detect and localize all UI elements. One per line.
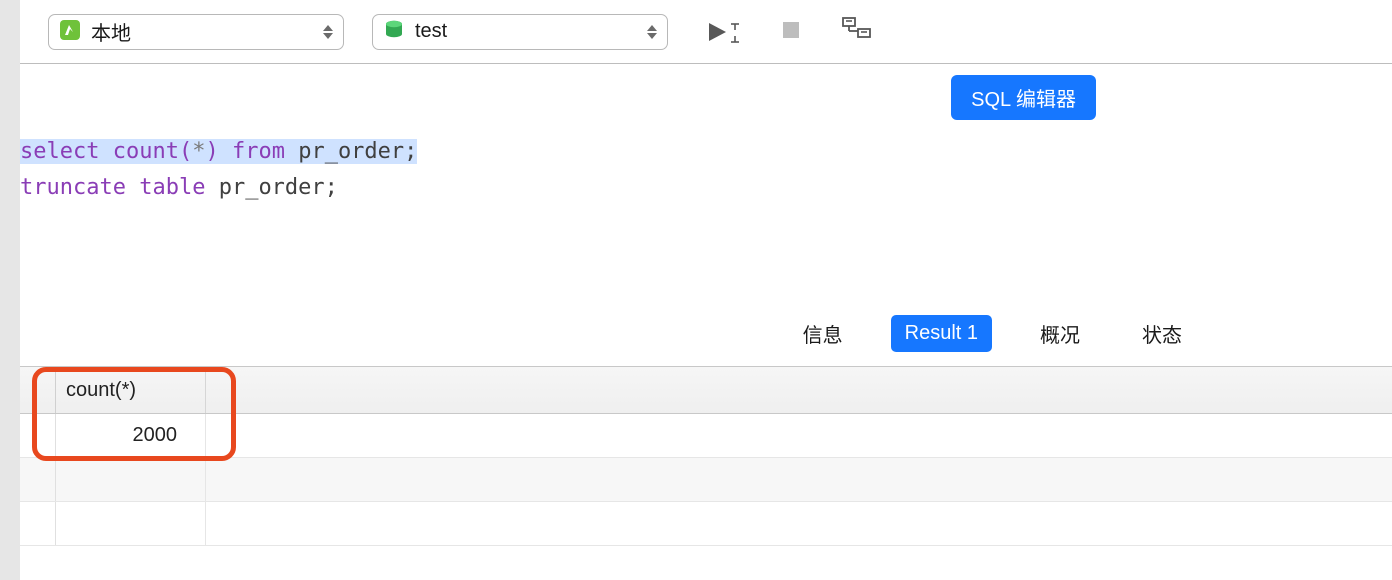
connection-icon	[59, 19, 81, 44]
table-row	[20, 502, 1392, 546]
database-icon	[383, 19, 405, 44]
chevron-updown-icon	[647, 25, 657, 39]
column-header[interactable]: count(*)	[56, 367, 206, 413]
row-number-header	[20, 367, 56, 413]
toolbar: 本地 test	[20, 0, 1392, 64]
chevron-updown-icon	[323, 25, 333, 39]
sql-editor-bar: SQL 编辑器	[20, 64, 1392, 130]
tab-profile[interactable]: 概况	[1026, 312, 1094, 355]
gutter	[0, 0, 20, 580]
result-tabs: 信息 Result 1 概况 状态	[20, 310, 1392, 356]
table-row	[20, 458, 1392, 502]
run-at-cursor-button[interactable]	[706, 21, 740, 43]
explain-icon[interactable]	[842, 17, 872, 46]
row-number-cell	[20, 414, 56, 457]
tab-info[interactable]: 信息	[789, 312, 857, 355]
result-grid: count(*) 2000	[20, 366, 1392, 580]
editor-line: select count(*) from pr_order;	[20, 134, 1392, 170]
grid-body: 2000	[20, 414, 1392, 546]
table-row[interactable]: 2000	[20, 414, 1392, 458]
connection-dropdown[interactable]: 本地	[48, 14, 344, 50]
grid-header: count(*)	[20, 366, 1392, 414]
sql-editor-button[interactable]: SQL 编辑器	[951, 75, 1096, 120]
tab-result[interactable]: Result 1	[891, 315, 992, 352]
database-dropdown[interactable]: test	[372, 14, 668, 50]
stop-button[interactable]	[780, 19, 802, 44]
connection-label: 本地	[91, 17, 131, 46]
sql-editor[interactable]: select count(*) from pr_order; truncate …	[20, 134, 1392, 310]
cell: 2000	[56, 414, 206, 457]
database-label: test	[415, 20, 447, 43]
tool-icons	[706, 17, 872, 46]
tab-status[interactable]: 状态	[1128, 312, 1196, 355]
editor-line: truncate table pr_order;	[20, 170, 1392, 206]
